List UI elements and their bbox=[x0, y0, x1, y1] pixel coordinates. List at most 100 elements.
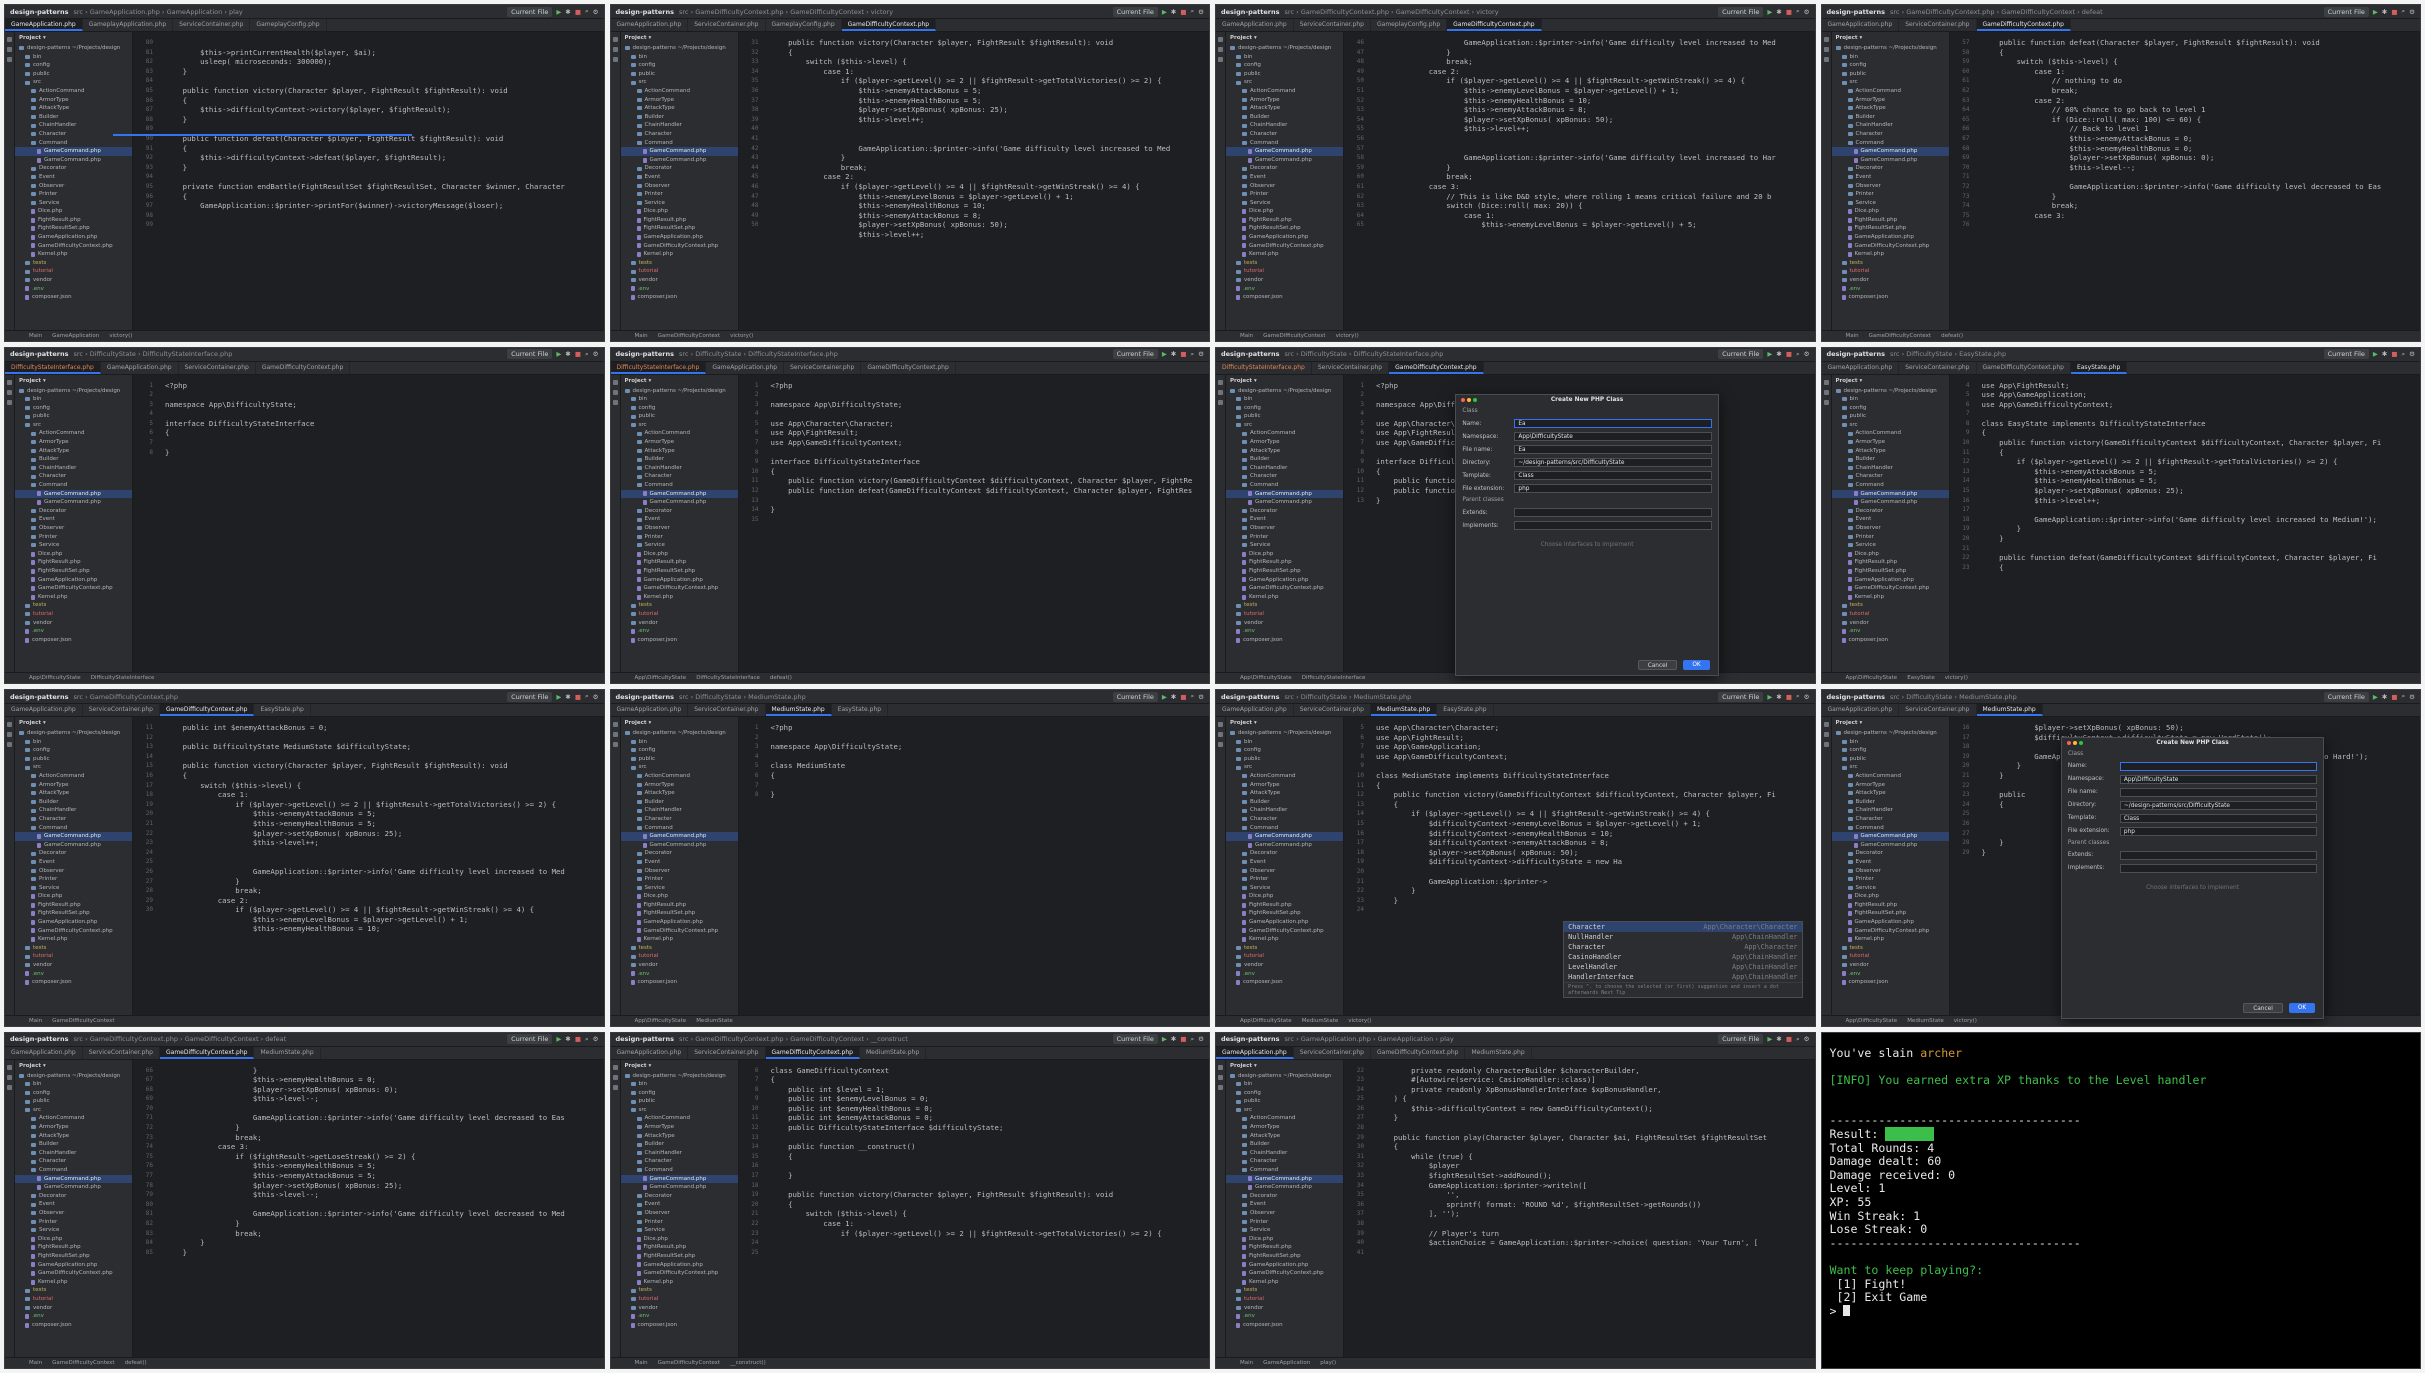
project-tree-item[interactable]: public bbox=[1226, 412, 1343, 421]
project-tree-item[interactable]: Command bbox=[15, 481, 132, 490]
project-tree-item[interactable]: GameCommand.php bbox=[1226, 498, 1343, 507]
structure-tool-icon[interactable] bbox=[7, 742, 12, 747]
project-tree-item[interactable]: Builder bbox=[1832, 455, 1949, 464]
project-tree-item[interactable]: GameCommand.php bbox=[1831, 489, 1949, 499]
project-tree-item[interactable]: ChainHandler bbox=[15, 1149, 132, 1158]
settings-icon[interactable]: ⚙ bbox=[2409, 8, 2415, 16]
project-tree-item[interactable]: GameCommand.php bbox=[1226, 147, 1343, 156]
project-tree-item[interactable]: .env bbox=[1226, 1312, 1343, 1321]
project-tree-item[interactable]: GameDifficultyContext.php bbox=[621, 1269, 738, 1278]
project-tree-item[interactable]: GameDifficultyContext.php bbox=[1226, 927, 1343, 936]
search-icon[interactable]: ⌕ bbox=[585, 7, 589, 16]
project-tree-item[interactable]: bin bbox=[621, 1080, 738, 1089]
project-tree-header[interactable]: Project ▾ bbox=[621, 34, 738, 44]
project-tree-item[interactable]: src bbox=[1832, 421, 1949, 430]
stop-icon[interactable]: ■ bbox=[1180, 8, 1186, 16]
project-tree-item[interactable]: Dice.php bbox=[1832, 207, 1949, 216]
project-tree-item[interactable]: Service bbox=[1226, 1226, 1343, 1235]
project-tree-item[interactable]: Dice.php bbox=[1226, 550, 1343, 559]
dialog-field-input[interactable]: Class bbox=[1514, 471, 1712, 481]
status-crumb[interactable]: GameDifficultyContext bbox=[1263, 333, 1325, 339]
search-icon[interactable]: ⌕ bbox=[2402, 350, 2406, 359]
search-icon[interactable]: ⌕ bbox=[585, 350, 589, 359]
project-tree-item[interactable]: AttackType bbox=[621, 447, 738, 456]
project-tree-item[interactable]: bin bbox=[15, 395, 132, 404]
maximize-icon[interactable] bbox=[1473, 398, 1478, 403]
project-tree-item[interactable]: Printer bbox=[1832, 875, 1949, 884]
project-tree-item[interactable]: Service bbox=[1226, 884, 1343, 893]
project-tree-item[interactable]: ActionCommand bbox=[621, 1114, 738, 1123]
project-tree-item[interactable]: src bbox=[15, 421, 132, 430]
project-tree-item[interactable]: FightResultSet.php bbox=[1832, 567, 1949, 576]
project-tree-item[interactable]: ActionCommand bbox=[621, 87, 738, 96]
project-tree-header[interactable]: Project ▾ bbox=[1226, 34, 1343, 44]
breadcrumb-item[interactable]: src bbox=[1285, 8, 1295, 16]
project-tree-item[interactable]: GameCommand.php bbox=[15, 1174, 132, 1184]
project-tree-item[interactable]: tests bbox=[1226, 259, 1343, 268]
project-tree-item[interactable]: ArmorType bbox=[1832, 438, 1949, 447]
status-crumb[interactable]: GameDifficultyContext bbox=[52, 1018, 114, 1024]
breadcrumb-item[interactable]: GameDifficultyContext.php bbox=[695, 1035, 783, 1043]
editor-tab[interactable]: ServiceContainer.php bbox=[1294, 19, 1371, 31]
project-tree-item[interactable]: Service bbox=[1226, 199, 1343, 208]
project-tree-item[interactable]: Builder bbox=[15, 455, 132, 464]
project-tree-item[interactable]: AttackType bbox=[621, 104, 738, 113]
breadcrumb-item[interactable]: GameApplication bbox=[1378, 1035, 1434, 1043]
project-tree-item[interactable]: FightResult.php bbox=[1832, 216, 1949, 225]
project-tree-item[interactable]: FightResult.php bbox=[1226, 1243, 1343, 1252]
project-tree-item[interactable]: Dice.php bbox=[15, 1235, 132, 1244]
project-tree-item[interactable]: Character bbox=[621, 815, 738, 824]
project-tree-item[interactable]: .env bbox=[1226, 970, 1343, 979]
project-tree-item[interactable]: vendor bbox=[621, 276, 738, 285]
run-config-select[interactable]: Current File bbox=[1718, 349, 1764, 359]
project-tree-item[interactable]: AttackType bbox=[1226, 447, 1343, 456]
project-tree-item[interactable]: ArmorType bbox=[621, 1123, 738, 1132]
debug-icon[interactable]: ✱ bbox=[565, 693, 570, 701]
project-tree-header[interactable]: Project ▾ bbox=[1832, 34, 1949, 44]
project-tree-item[interactable]: tests bbox=[1832, 944, 1949, 953]
project-tree-item[interactable]: vendor bbox=[15, 619, 132, 628]
project-name[interactable]: design-patterns bbox=[616, 8, 675, 16]
project-tree-item[interactable]: Decorator bbox=[621, 507, 738, 516]
project-tree-item[interactable]: .env bbox=[15, 1312, 132, 1321]
project-tree-item[interactable]: design-patterns ~/Projects/design bbox=[621, 1072, 738, 1081]
breadcrumb-item[interactable]: MediumState.php bbox=[1959, 693, 2017, 701]
completion-item[interactable]: LevelHandler App\ChainHandler bbox=[1564, 962, 1801, 972]
minimize-icon[interactable] bbox=[2072, 740, 2077, 745]
breadcrumb-item[interactable]: defeat bbox=[265, 1035, 286, 1043]
dialog-field-input[interactable] bbox=[1514, 521, 1712, 531]
project-tree-item[interactable]: config bbox=[1226, 746, 1343, 755]
project-tree-item[interactable]: design-patterns ~/Projects/design bbox=[1226, 1072, 1343, 1081]
project-tree-item[interactable]: bin bbox=[15, 738, 132, 747]
project-tree-item[interactable]: config bbox=[15, 404, 132, 413]
breadcrumb-item[interactable]: GameApplication.php bbox=[1301, 1035, 1371, 1043]
project-tree-item[interactable]: ArmorType bbox=[15, 781, 132, 790]
project-tree-item[interactable]: Service bbox=[1832, 541, 1949, 550]
status-crumb[interactable]: victory() bbox=[1945, 675, 1968, 681]
status-crumb[interactable]: defeat() bbox=[770, 675, 792, 681]
project-tree-header[interactable]: Project ▾ bbox=[1226, 719, 1343, 729]
cancel-button[interactable]: Cancel bbox=[2243, 1002, 2283, 1013]
project-tree-item[interactable]: Dice.php bbox=[1226, 207, 1343, 216]
project-tree-item[interactable]: tutorial bbox=[1226, 610, 1343, 619]
run-config-select[interactable]: Current File bbox=[1112, 6, 1158, 17]
editor-tab[interactable]: EasyState.php bbox=[2070, 361, 2128, 374]
debug-icon[interactable]: ✱ bbox=[1171, 8, 1176, 16]
project-tree-item[interactable]: Kernel.php bbox=[1832, 935, 1949, 944]
commit-tool-icon[interactable] bbox=[7, 1074, 12, 1080]
breadcrumb-item[interactable]: DifficultyState bbox=[1906, 693, 1952, 701]
project-tree-item[interactable]: GameCommand.php bbox=[621, 498, 738, 507]
project-tree-item[interactable]: vendor bbox=[15, 961, 132, 970]
settings-icon[interactable]: ⚙ bbox=[1804, 1035, 1810, 1043]
project-tree-item[interactable]: Decorator bbox=[1832, 164, 1949, 173]
project-tree-item[interactable]: Event bbox=[1832, 173, 1949, 182]
project-tool-icon[interactable] bbox=[1218, 379, 1223, 385]
project-tree-item[interactable]: Command bbox=[1832, 481, 1949, 490]
code-editor[interactable]: <?php namespace App\DifficultyState; use A… bbox=[763, 375, 1210, 673]
project-tree-item[interactable]: Character bbox=[15, 815, 132, 824]
project-tree-header[interactable]: Project ▾ bbox=[1226, 1062, 1343, 1072]
project-tree-item[interactable]: FightResultSet.php bbox=[621, 567, 738, 576]
breadcrumb-item[interactable]: DifficultyStateInterface.php bbox=[143, 350, 233, 358]
project-tree-item[interactable]: tests bbox=[15, 601, 132, 610]
breadcrumb-item[interactable]: DifficultyState bbox=[695, 350, 741, 358]
